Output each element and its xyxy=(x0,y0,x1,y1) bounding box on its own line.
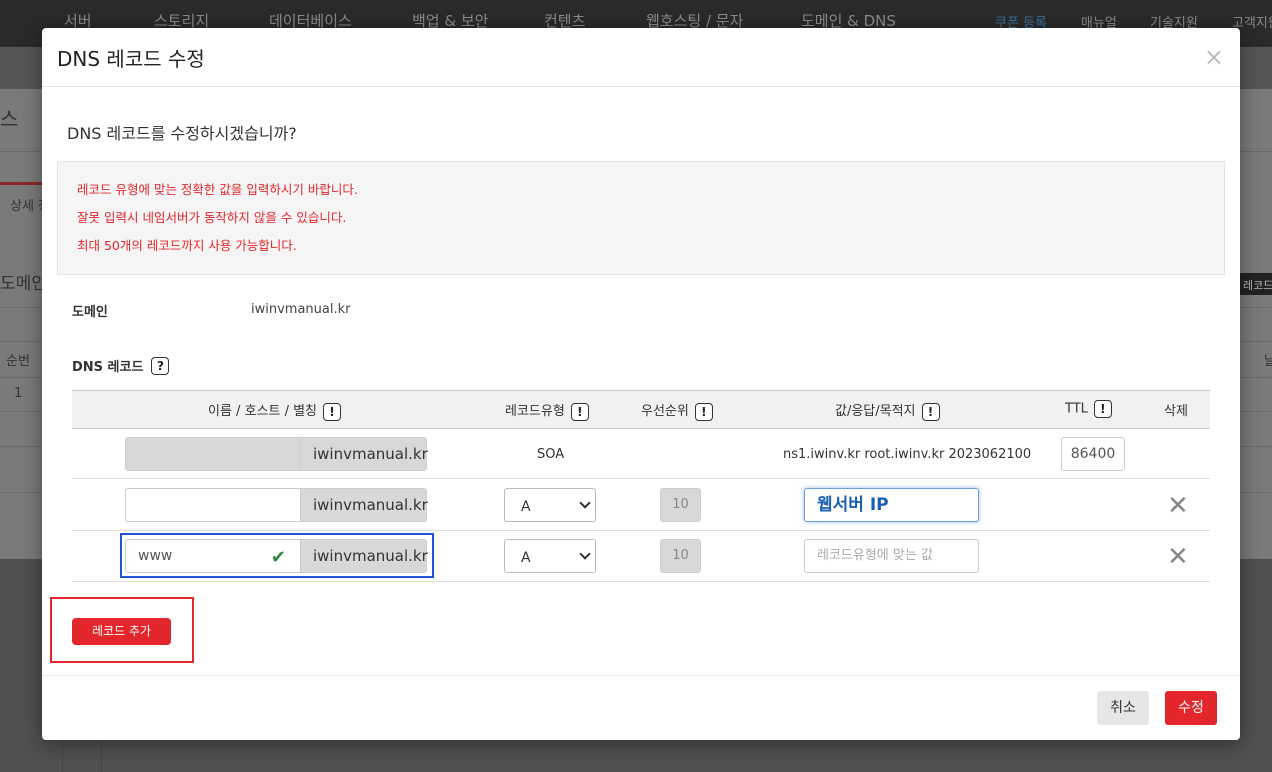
priority-input: 10 xyxy=(660,539,701,573)
record-type-text: SOA xyxy=(537,447,565,462)
bg-row-no: 1 xyxy=(14,386,23,401)
table-row-a1-name: iwinvmanual.kr xyxy=(125,488,428,522)
value-input[interactable]: 웹서버 IP xyxy=(804,488,979,522)
submit-button[interactable]: 수정 xyxy=(1165,691,1217,725)
col-priority-header: 우선순위! xyxy=(641,400,713,421)
table-row-soa-name: iwinvmanual.kr xyxy=(125,437,428,471)
ttl-input[interactable]: 86400 xyxy=(1061,437,1125,471)
col-type-header: 레코드유형! xyxy=(505,400,589,421)
domain-suffix: iwinvmanual.kr xyxy=(301,488,428,522)
dns-edit-modal: DNS 레코드 수정 × DNS 레코드를 수정하시겠습니까? 레코드 유형에 … xyxy=(42,28,1240,740)
record-type-select[interactable]: A xyxy=(504,539,596,573)
cancel-button[interactable]: 취소 xyxy=(1097,691,1149,725)
notice-line: 잘못 입력시 네임서버가 동작하지 않을 수 있습니다. xyxy=(77,210,347,225)
notice-line: 최대 50개의 레코드까지 사용 가능합니다. xyxy=(77,238,297,253)
domain-suffix: iwinvmanual.kr xyxy=(301,437,428,471)
bg-domain-heading: 도메인 xyxy=(0,274,47,294)
notice-line: 레코드 유형에 맞는 정확한 값을 입력하시기 바랍니다. xyxy=(77,182,358,197)
bg-tab-indicator xyxy=(0,182,42,185)
dns-records-label-text: DNS 레코드 xyxy=(72,360,144,375)
priority-input: 10 xyxy=(660,488,701,522)
add-record-button[interactable]: 레코드 추가 xyxy=(72,618,171,645)
info-icon[interactable]: ! xyxy=(921,402,940,421)
modal-header: DNS 레코드 수정 × xyxy=(42,28,1240,87)
chevron-down-icon xyxy=(579,497,591,509)
bg-record-button: 레코드 xyxy=(1240,273,1272,295)
col-value-header: 값/응답/목적지! xyxy=(835,400,940,421)
bg-page-title: 스 xyxy=(0,107,19,131)
highlight-box-blue xyxy=(120,533,434,578)
domain-label: 도메인 xyxy=(72,305,108,320)
notice-box: 레코드 유형에 맞는 정확한 값을 입력하시기 바랍니다. 잘못 입력시 네임서… xyxy=(57,161,1225,275)
col-name-header: 이름 / 호스트 / 별칭! xyxy=(208,400,342,421)
info-icon[interactable]: ! xyxy=(323,402,342,421)
close-icon[interactable]: × xyxy=(1204,44,1224,70)
help-icon[interactable]: ? xyxy=(151,356,170,375)
domain-value: iwinvmanual.kr xyxy=(251,302,351,317)
record-value-text: ns1.iwinv.kr root.iwinv.kr 2023062100 xyxy=(783,447,1032,462)
delete-icon[interactable]: ✕ xyxy=(1167,544,1189,570)
modal-title: DNS 레코드 수정 xyxy=(57,47,205,71)
info-icon[interactable]: ! xyxy=(570,402,589,421)
chevron-down-icon xyxy=(579,548,591,560)
record-type-select[interactable]: A xyxy=(504,488,596,522)
col-ttl-header: TTL! xyxy=(1065,400,1112,418)
confirm-question: DNS 레코드를 수정하시겠습니까? xyxy=(67,124,297,143)
bg-right-frag: 날 xyxy=(1264,354,1272,369)
bg-col-no: 순번 xyxy=(6,354,30,369)
value-input[interactable]: 레코드유형에 맞는 값 xyxy=(804,539,979,573)
delete-icon[interactable]: ✕ xyxy=(1167,493,1189,519)
col-delete-header: 삭제 xyxy=(1164,404,1188,419)
info-icon[interactable]: ! xyxy=(1093,400,1112,418)
records-table-header: 이름 / 호스트 / 별칭! 레코드유형! 우선순위! 값/응답/목적지! TT… xyxy=(72,390,1210,429)
host-input xyxy=(125,437,301,471)
dns-records-label: DNS 레코드 ? xyxy=(72,356,170,375)
host-input[interactable] xyxy=(125,488,301,522)
info-icon[interactable]: ! xyxy=(694,402,713,421)
